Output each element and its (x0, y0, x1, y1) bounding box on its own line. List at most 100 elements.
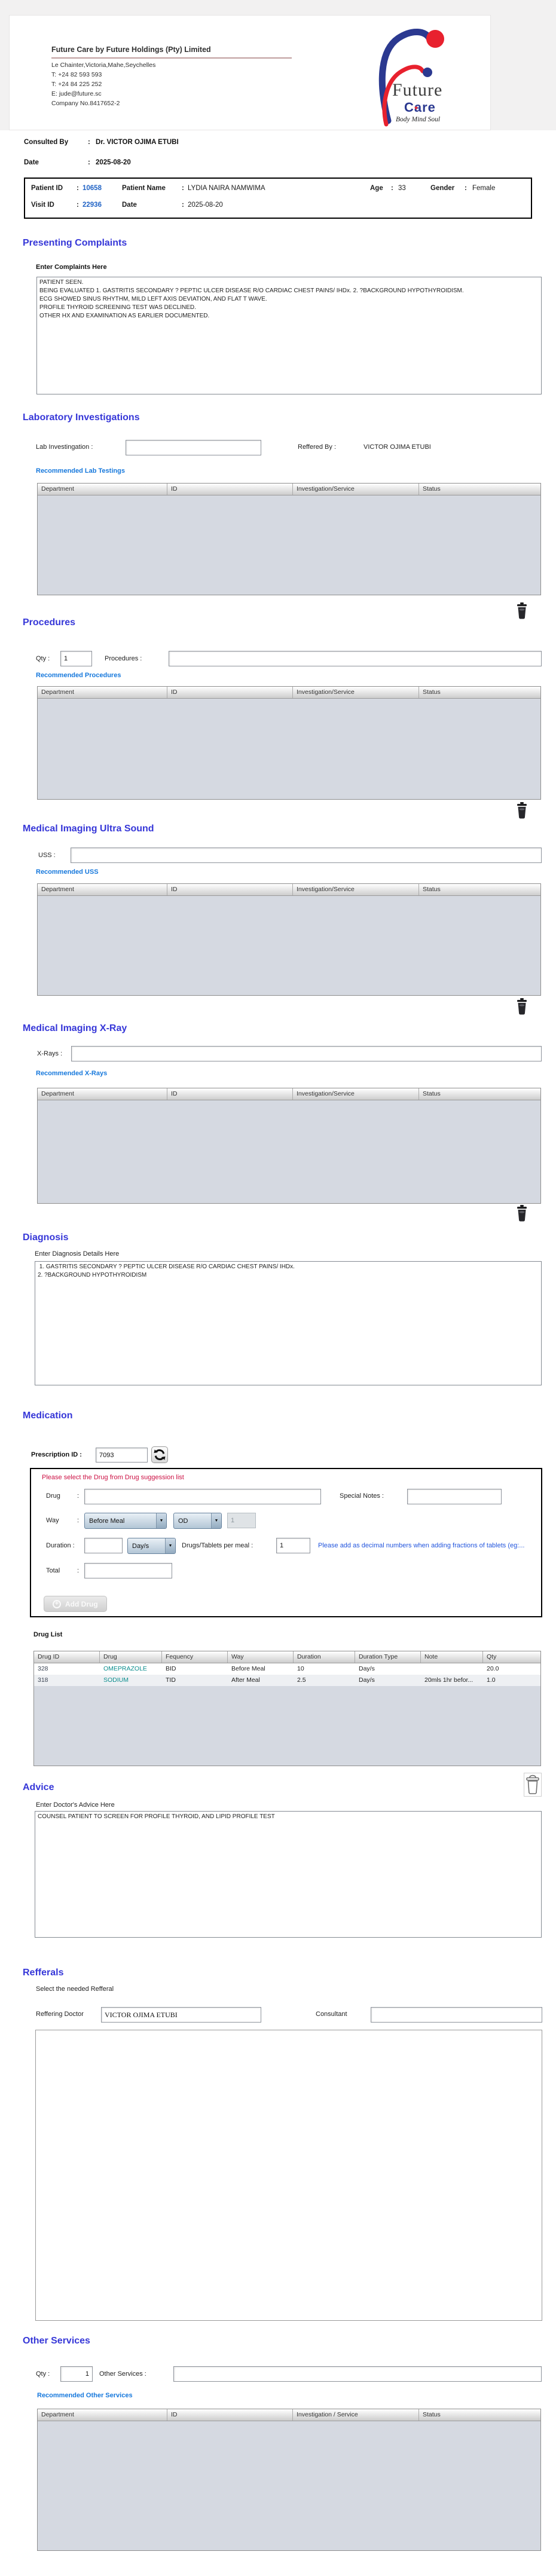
lab-investigation-input[interactable] (126, 440, 261, 455)
complaints-textarea[interactable]: PATIENT SEEN. BEING EVALUATED 1. GASTRIT… (36, 277, 542, 394)
special-notes-input[interactable] (407, 1489, 502, 1504)
duration-input[interactable] (84, 1538, 123, 1553)
procedures-qty-input[interactable] (60, 651, 92, 666)
advice-title: Advice (23, 1782, 54, 1792)
xray-table-body[interactable] (38, 1100, 540, 1203)
advice-textarea[interactable]: COUNSEL PATIENT TO SCREEN FOR PROFILE TH… (35, 1811, 542, 1938)
other-services-recommended-label: Recommended Other Services (37, 2392, 133, 2399)
duration-type-select[interactable]: Day/s ▼ (127, 1538, 176, 1554)
drug-delete-button[interactable] (524, 1773, 542, 1797)
drug-row[interactable]: 318 SODIUM TID After Meal 2.5 Day/s 20ml… (34, 1675, 540, 1686)
visit-id-label: Visit ID (31, 201, 54, 209)
age-label: Age (370, 185, 383, 192)
drug-frequency-cell: BID (166, 1665, 176, 1672)
procedures-table-body[interactable] (38, 699, 540, 799)
visit-date-colon: : (182, 201, 184, 209)
column-header: ID (167, 884, 293, 895)
column-header: Drug ID (34, 1651, 100, 1663)
procedures-delete-button[interactable] (514, 801, 530, 821)
other-services-qty-input[interactable] (60, 2366, 93, 2382)
visit-id-value: 22936 (83, 201, 102, 209)
column-header: Department (38, 1088, 167, 1100)
column-header: Department (38, 484, 167, 495)
total-label: Total (46, 1567, 60, 1574)
total-colon: : (77, 1567, 80, 1574)
refresh-prescription-button[interactable] (151, 1446, 168, 1463)
procedures-title: Procedures (23, 617, 76, 628)
uss-input[interactable] (71, 848, 542, 863)
lab-title: Laboratory Investigations (23, 412, 140, 423)
procedures-input[interactable] (169, 651, 542, 666)
chevron-down-icon: ▼ (165, 1538, 175, 1553)
per-meal-disabled-input (227, 1513, 256, 1528)
consulted-by-value: Dr. VICTOR OJIMA ETUBI (96, 139, 179, 146)
drug-frequency-cell: TID (166, 1676, 176, 1684)
total-input[interactable] (84, 1563, 172, 1578)
referral-listbox[interactable] (35, 2030, 542, 2321)
trash-icon (517, 1204, 527, 1221)
visit-id-colon: : (77, 201, 79, 209)
xray-table: Department ID Investigation/Service Stat… (37, 1088, 541, 1204)
procedures-qty-label: Qty : (36, 655, 50, 662)
add-drug-button[interactable]: + Add Drug (44, 1596, 107, 1612)
column-header: ID (167, 2409, 293, 2421)
other-services-input[interactable] (173, 2366, 542, 2382)
drug-row[interactable]: 328 OMEPRAZOLE BID Before Meal 10 Day/s … (34, 1663, 540, 1675)
column-header: Duration Type (355, 1651, 421, 1663)
tablets-per-meal-input[interactable] (276, 1538, 310, 1553)
uss-table-body[interactable] (38, 896, 540, 995)
gender-label: Gender (430, 185, 455, 192)
company-name-underline (51, 57, 292, 59)
chevron-down-icon: ▼ (211, 1513, 221, 1528)
trash-icon (517, 602, 527, 619)
referring-doctor-input[interactable] (101, 2007, 261, 2023)
prescription-id-input[interactable] (96, 1448, 148, 1463)
other-services-table-body[interactable] (38, 2421, 540, 2550)
way-colon: : (77, 1517, 80, 1524)
frequency-selected-value: OD (178, 1517, 188, 1525)
diagnosis-title: Diagnosis (23, 1232, 69, 1243)
drug-qty-cell: 20.0 (487, 1665, 499, 1672)
drug-label: Drug (46, 1492, 60, 1500)
drug-duration-type-cell: Day/s (359, 1676, 375, 1684)
xray-recommended-label: Recommended X-Rays (36, 1070, 108, 1077)
other-services-table-header: Department ID Investigation / Service St… (38, 2409, 540, 2421)
lab-delete-button[interactable] (514, 601, 530, 622)
advice-sublabel: Enter Doctor's Advice Here (36, 1801, 115, 1809)
drug-note-cell (421, 1663, 483, 1675)
other-services-title: Other Services (23, 2336, 90, 2346)
uss-title: Medical Imaging Ultra Sound (23, 824, 154, 834)
xray-title: Medical Imaging X-Ray (23, 1023, 127, 1033)
way-select[interactable]: Before Meal ▼ (84, 1513, 167, 1529)
drug-table-empty-area[interactable] (34, 1686, 540, 1766)
lab-table-body[interactable] (38, 495, 540, 595)
uss-input-label: USS : (38, 852, 56, 859)
diagnosis-textarea[interactable]: 1. GASTRITIS SECONDARY ? PEPTIC ULCER DI… (35, 1261, 542, 1385)
xray-input[interactable] (71, 1046, 542, 1061)
trash-icon (517, 801, 527, 818)
column-header: Investigation / Service (293, 2409, 419, 2421)
column-header: ID (167, 484, 293, 495)
consulted-by-colon: : (88, 139, 90, 146)
tablets-per-meal-label: Drugs/Tablets per meal : (182, 1542, 253, 1549)
column-header: Investigation/Service (293, 884, 419, 895)
chevron-down-icon: ▼ (156, 1513, 166, 1528)
xray-table-header: Department ID Investigation/Service Stat… (38, 1088, 540, 1100)
company-phone-2: T: +24 84 225 252 (51, 81, 102, 88)
gender-colon: : (465, 185, 467, 192)
xray-delete-button[interactable] (514, 1204, 530, 1224)
frequency-select[interactable]: OD ▼ (173, 1513, 222, 1529)
uss-delete-button[interactable] (514, 997, 530, 1017)
lab-table: Department ID Investigation/Service Stat… (37, 483, 541, 595)
consultant-input[interactable] (371, 2007, 542, 2023)
column-header: Qty (487, 1653, 497, 1660)
lab-recommended-label: Recommended Lab Testings (36, 467, 125, 475)
diagnosis-sublabel: Enter Diagnosis Details Here (35, 1250, 120, 1258)
complaints-sublabel: Enter Complaints Here (36, 264, 107, 271)
complaints-title: Presenting Complaints (23, 238, 127, 248)
logo-text-future: Future (392, 80, 443, 100)
drug-input[interactable] (84, 1489, 321, 1504)
drug-suggestion-hint: Please select the Drug from Drug suggess… (42, 1474, 184, 1481)
gender-value: Female (472, 185, 496, 192)
procedures-table-header: Department ID Investigation/Service Stat… (38, 687, 540, 699)
